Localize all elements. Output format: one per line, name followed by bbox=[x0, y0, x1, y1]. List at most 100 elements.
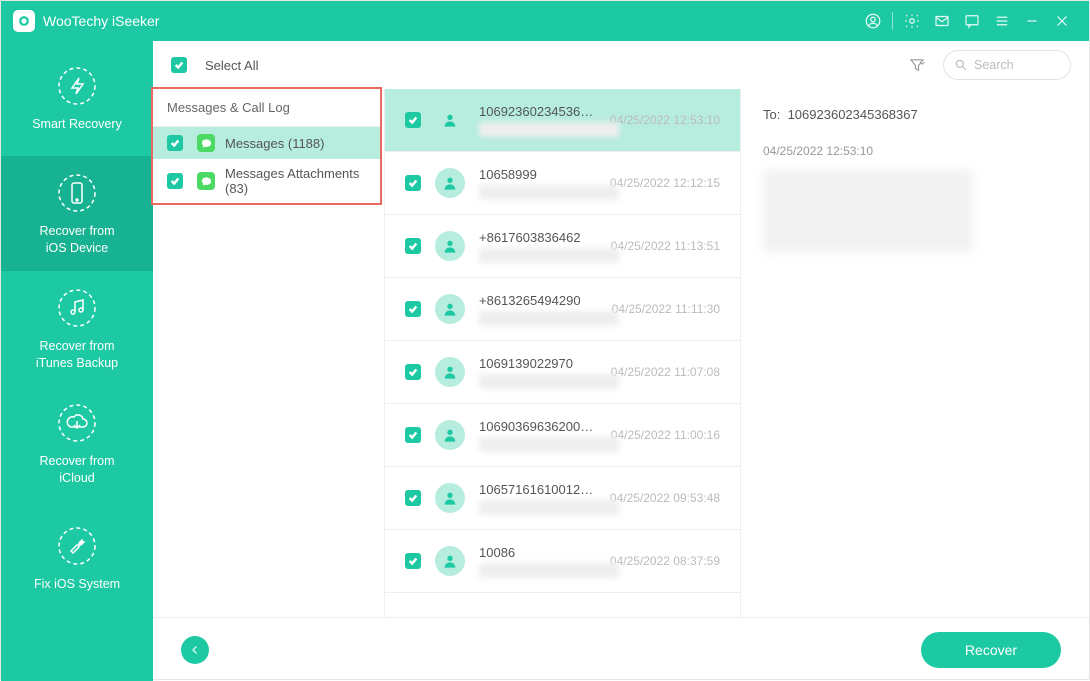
message-time: 04/25/2022 11:11:30 bbox=[612, 302, 720, 316]
search-box[interactable] bbox=[943, 50, 1071, 80]
feedback-icon[interactable] bbox=[957, 6, 987, 36]
messages-app-icon bbox=[197, 134, 215, 152]
avatar bbox=[435, 357, 465, 387]
message-checkbox[interactable] bbox=[405, 301, 421, 317]
sidebar-item-recover-ios-device[interactable]: Recover from iOS Device bbox=[1, 156, 153, 271]
tree-item-label: Messages Attachments (83) bbox=[225, 166, 366, 196]
message-row[interactable]: +8613265494290 04/25/2022 11:11:30 bbox=[385, 278, 740, 341]
sidebar-item-label: Recover from iTunes Backup bbox=[36, 338, 118, 372]
detail-to-label: To: bbox=[763, 107, 780, 122]
message-row[interactable]: 1069139022970 04/25/2022 11:07:08 bbox=[385, 341, 740, 404]
smart-recovery-icon bbox=[55, 64, 99, 108]
sidebar: Smart Recovery Recover from iOS Device R… bbox=[1, 41, 153, 681]
message-preview-redacted bbox=[479, 374, 619, 389]
search-input[interactable] bbox=[974, 58, 1054, 72]
message-preview-redacted bbox=[479, 437, 619, 452]
search-icon bbox=[954, 58, 968, 72]
message-preview-redacted bbox=[479, 248, 619, 263]
message-title: 10657161610012… bbox=[479, 482, 600, 497]
fix-ios-icon bbox=[55, 524, 99, 568]
message-title: 10690369636200… bbox=[479, 419, 601, 434]
sidebar-item-label: Fix iOS System bbox=[34, 576, 120, 593]
close-icon[interactable] bbox=[1047, 6, 1077, 36]
message-time: 04/25/2022 11:07:08 bbox=[611, 365, 720, 379]
tree-item-checkbox[interactable] bbox=[167, 173, 183, 189]
message-preview-redacted bbox=[479, 563, 619, 578]
tree-item-messages[interactable]: Messages (1188) bbox=[153, 127, 380, 159]
message-detail: To: 106923602345368367 04/25/2022 12:53:… bbox=[741, 89, 1089, 617]
filter-icon[interactable] bbox=[901, 51, 933, 79]
select-all-label: Select All bbox=[205, 58, 258, 73]
recover-button[interactable]: Recover bbox=[921, 632, 1061, 668]
back-button[interactable] bbox=[181, 636, 209, 664]
message-time: 04/25/2022 09:53:48 bbox=[610, 491, 720, 505]
tree-item-checkbox[interactable] bbox=[167, 135, 183, 151]
itunes-icon bbox=[55, 286, 99, 330]
messages-app-icon bbox=[197, 172, 215, 190]
message-row[interactable]: 10690369636200… 04/25/2022 11:00:16 bbox=[385, 404, 740, 467]
message-title: 10086 bbox=[479, 545, 600, 560]
avatar bbox=[435, 105, 465, 135]
message-row[interactable]: 10657161610012… 04/25/2022 09:53:48 bbox=[385, 467, 740, 530]
avatar bbox=[435, 483, 465, 513]
message-row[interactable]: 10692360234536… 04/25/2022 12:53:10 bbox=[385, 89, 740, 152]
message-time: 04/25/2022 11:13:51 bbox=[611, 239, 720, 253]
menu-icon[interactable] bbox=[987, 6, 1017, 36]
sidebar-item-recover-icloud[interactable]: Recover from iCloud bbox=[1, 386, 153, 501]
detail-timestamp: 04/25/2022 12:53:10 bbox=[763, 144, 1067, 158]
avatar bbox=[435, 294, 465, 324]
account-icon[interactable] bbox=[858, 6, 888, 36]
message-row[interactable]: 1065899904/25/2022 12:12:15 bbox=[385, 152, 740, 215]
mail-icon[interactable] bbox=[927, 6, 957, 36]
toolbar: Select All bbox=[153, 41, 1089, 89]
message-title: +8617603836462 bbox=[479, 230, 601, 245]
app-title: WooTechy iSeeker bbox=[43, 13, 159, 29]
avatar bbox=[435, 420, 465, 450]
ios-device-icon bbox=[55, 171, 99, 215]
message-title: 1069139022970 bbox=[479, 356, 601, 371]
category-highlight-box: Messages & Call Log Messages (1188) Mess… bbox=[151, 87, 382, 205]
category-tree: Messages & Call Log Messages (1188) Mess… bbox=[153, 89, 385, 617]
message-preview-redacted bbox=[479, 500, 619, 515]
message-title: +8613265494290 bbox=[479, 293, 602, 308]
message-title: 10658999 bbox=[479, 167, 600, 182]
footer: Recover bbox=[153, 617, 1089, 681]
message-checkbox[interactable] bbox=[405, 364, 421, 380]
sidebar-item-fix-ios[interactable]: Fix iOS System bbox=[1, 501, 153, 616]
sidebar-item-recover-itunes[interactable]: Recover from iTunes Backup bbox=[1, 271, 153, 386]
tree-group-label: Messages & Call Log bbox=[167, 100, 290, 115]
message-checkbox[interactable] bbox=[405, 112, 421, 128]
message-title: 10692360234536… bbox=[479, 104, 600, 119]
titlebar: WooTechy iSeeker bbox=[1, 1, 1089, 41]
app-logo bbox=[13, 10, 35, 32]
message-checkbox[interactable] bbox=[405, 427, 421, 443]
message-row[interactable]: +8617603836462 04/25/2022 11:13:51 bbox=[385, 215, 740, 278]
sidebar-item-label: Recover from iCloud bbox=[39, 453, 114, 487]
detail-to-value: 106923602345368367 bbox=[788, 107, 918, 122]
sidebar-item-smart-recovery[interactable]: Smart Recovery bbox=[1, 41, 153, 156]
message-checkbox[interactable] bbox=[405, 553, 421, 569]
avatar bbox=[435, 231, 465, 261]
sidebar-item-label: Recover from iOS Device bbox=[39, 223, 114, 257]
message-time: 04/25/2022 12:53:10 bbox=[610, 113, 720, 127]
sidebar-item-label: Smart Recovery bbox=[32, 116, 122, 133]
select-all-checkbox[interactable] bbox=[171, 57, 187, 73]
message-checkbox[interactable] bbox=[405, 238, 421, 254]
tree-group-header[interactable]: Messages & Call Log bbox=[153, 89, 380, 127]
message-time: 04/25/2022 11:00:16 bbox=[611, 428, 720, 442]
message-checkbox[interactable] bbox=[405, 490, 421, 506]
detail-body-redacted bbox=[763, 170, 973, 252]
tree-item-messages-attachments[interactable]: Messages Attachments (83) bbox=[153, 159, 380, 203]
message-preview-redacted bbox=[479, 311, 619, 326]
message-preview-redacted bbox=[479, 122, 619, 137]
icloud-icon bbox=[55, 401, 99, 445]
message-row[interactable]: 10086 04/25/2022 08:37:59 bbox=[385, 530, 740, 593]
avatar bbox=[435, 168, 465, 198]
settings-icon[interactable] bbox=[897, 6, 927, 36]
tree-item-label: Messages (1188) bbox=[225, 136, 324, 151]
message-time: 04/25/2022 08:37:59 bbox=[610, 554, 720, 568]
message-checkbox[interactable] bbox=[405, 175, 421, 191]
minimize-icon[interactable] bbox=[1017, 6, 1047, 36]
message-preview-redacted bbox=[479, 185, 619, 200]
message-list: 10692360234536… 04/25/2022 12:53:10 106589… bbox=[385, 89, 741, 617]
